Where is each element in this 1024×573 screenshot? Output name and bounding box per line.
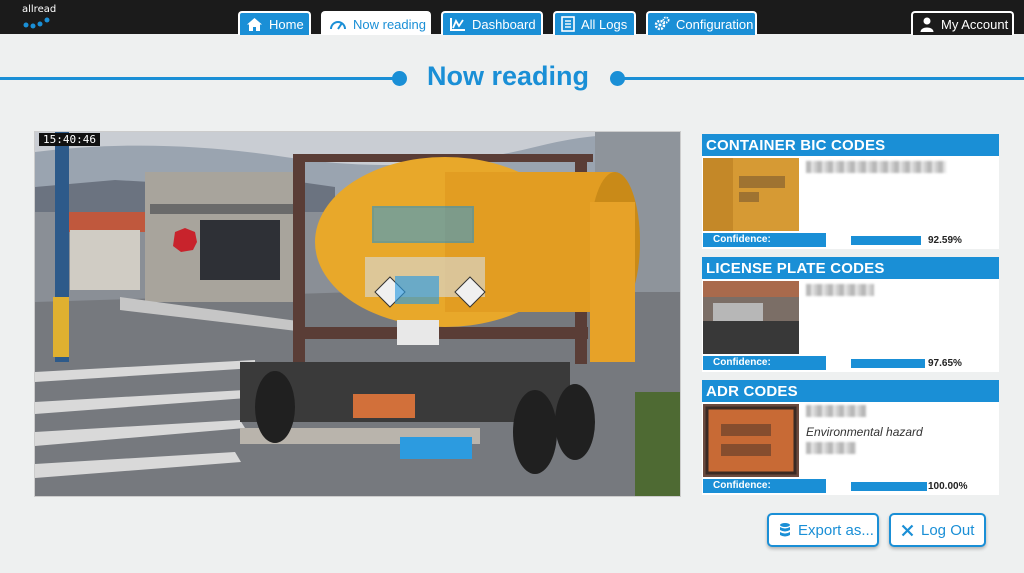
list-icon <box>561 16 575 32</box>
tab-configuration[interactable]: Configuration <box>646 11 757 35</box>
license-plate-thumbnail[interactable] <box>703 281 799 354</box>
redacted-code <box>806 161 946 173</box>
tab-now-reading[interactable]: Now reading <box>321 11 431 35</box>
user-icon <box>920 17 934 32</box>
logo-text: allread <box>22 4 57 15</box>
panel-title: CONTAINER BIC CODES <box>702 134 999 156</box>
container-bic-panel: CONTAINER BIC CODES Confidence: 92.59% <box>702 134 999 249</box>
gears-icon <box>654 16 670 31</box>
speedometer-icon <box>330 21 346 30</box>
my-account-label: My Account <box>941 16 1009 32</box>
close-icon <box>901 524 914 536</box>
title-dot-left <box>392 71 407 86</box>
panel-title: ADR CODES <box>702 380 999 402</box>
panel-title: LICENSE PLATE CODES <box>702 257 999 279</box>
redacted-code <box>806 405 866 417</box>
home-icon <box>247 17 262 31</box>
confidence-label: Confidence: <box>703 479 826 493</box>
tab-dashboard-label: Dashboard <box>472 16 536 32</box>
redacted-code <box>806 284 874 296</box>
adr-codes-panel: ADR CODES Environmental hazard Confidenc… <box>702 380 999 495</box>
adr-thumb-image <box>703 404 799 477</box>
tab-dashboard[interactable]: Dashboard <box>441 11 543 35</box>
log-out-label: Log Out <box>921 521 975 539</box>
confidence-value: 97.65% <box>928 358 962 369</box>
container-bic-thumbnail[interactable] <box>703 158 799 231</box>
confidence-bar <box>851 359 925 368</box>
license-plate-panel: LICENSE PLATE CODES Confidence: 97.65% <box>702 257 999 372</box>
tab-configuration-label: Configuration <box>676 16 754 32</box>
adr-thumbnail[interactable] <box>703 404 799 477</box>
tab-home[interactable]: Home <box>238 11 311 35</box>
confidence-label: Confidence: <box>703 356 826 370</box>
tab-now-reading-label: Now reading <box>353 16 426 32</box>
log-out-button[interactable]: Log Out <box>889 513 986 547</box>
tab-all-logs[interactable]: All Logs <box>553 11 636 35</box>
adr-description: Environmental hazard <box>806 425 923 439</box>
confidence-value: 100.00% <box>928 481 968 492</box>
camera-view: 15:40:46 <box>34 131 681 497</box>
redacted-code <box>806 442 856 454</box>
title-line-right <box>618 77 1024 80</box>
chart-icon <box>450 17 465 31</box>
logo-dots-icon <box>23 17 50 29</box>
allread-logo[interactable]: allread <box>18 4 68 30</box>
tab-home-label: Home <box>269 16 304 32</box>
camera-timestamp: 15:40:46 <box>39 133 100 146</box>
confidence-bar <box>851 236 921 245</box>
confidence-label: Confidence: <box>703 233 826 247</box>
export-label: Export as... <box>798 521 874 539</box>
camera-scene <box>35 132 680 496</box>
confidence-value: 92.59% <box>928 235 962 246</box>
plate-thumb-image <box>703 281 799 354</box>
page-title: Now reading <box>426 61 589 91</box>
database-icon <box>780 523 790 537</box>
title-line-left <box>0 77 400 80</box>
confidence-bar <box>851 482 927 491</box>
container-thumb-image <box>703 158 799 231</box>
tab-all-logs-label: All Logs <box>581 16 628 32</box>
my-account-button[interactable]: My Account <box>911 11 1014 35</box>
export-button[interactable]: Export as... <box>767 513 879 547</box>
